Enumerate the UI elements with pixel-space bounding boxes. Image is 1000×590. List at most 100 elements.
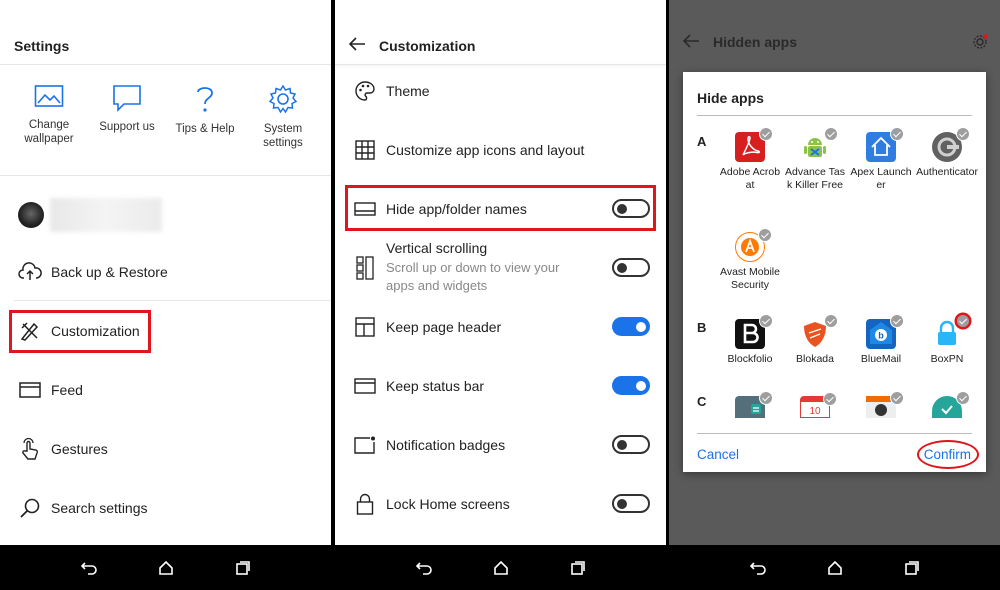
app-name: Blokada [796, 353, 834, 365]
recents-nav-icon[interactable] [231, 556, 255, 580]
change-wallpaper-label: Change wallpaper [24, 119, 74, 145]
sidebar-item-gestures[interactable]: Gestures [18, 437, 331, 461]
customization-screen: Customization Theme Customize app icons … [335, 0, 666, 590]
bluemail-icon: b [866, 314, 904, 349]
app-calendar[interactable]: 10 [784, 392, 846, 418]
app-apex-launcher[interactable]: Apex Launcher [850, 127, 912, 191]
customization-highlight-box [9, 310, 151, 353]
app-name: BoxPN [930, 353, 964, 365]
app-name: Avast Mobile Security [720, 266, 780, 291]
app-avast[interactable]: Avast Mobile Security [719, 228, 781, 291]
adobe-acrobat-icon [735, 127, 773, 162]
notification-badges-label: Notification badges [386, 437, 506, 453]
feed-label: Feed [51, 382, 83, 398]
page-header-icon [353, 315, 377, 339]
header-divider [0, 64, 331, 65]
app-adobe-acrobat[interactable]: Adobe Acrobat [719, 127, 781, 191]
dialog-footer-divider [697, 433, 972, 434]
system-settings-button[interactable]: System settings [248, 84, 318, 150]
selected-check-icon [956, 127, 970, 141]
selected-check-icon [956, 391, 970, 405]
home-nav-icon[interactable] [823, 556, 847, 580]
selected-check-icon [758, 228, 772, 242]
authenticator-icon [932, 127, 970, 162]
feed-icon [18, 378, 42, 402]
blokada-shield-icon [800, 314, 838, 349]
support-us-button[interactable]: Support us [92, 84, 162, 134]
hide-names-highlight-box [345, 185, 656, 231]
hide-apps-dialog: Hide apps A Adobe Acrobat Advance Task K… [683, 72, 986, 472]
app-calculator[interactable] [719, 391, 781, 418]
back-nav-icon[interactable] [746, 556, 770, 580]
keep-page-header-toggle[interactable] [612, 317, 650, 336]
app-bluemail[interactable]: b BlueMail [850, 314, 912, 366]
back-arrow-icon[interactable] [348, 36, 366, 57]
keep-status-bar-toggle[interactable] [612, 376, 650, 395]
home-nav-icon[interactable] [489, 556, 513, 580]
app-name: Apex Launcher [850, 166, 912, 191]
support-us-label: Support us [99, 121, 155, 133]
app-name: Advance Task Killer Free [785, 166, 845, 191]
camera-icon [866, 391, 904, 418]
selected-check-icon [824, 314, 838, 328]
dialog-title: Hide apps [697, 90, 764, 106]
gear-icon [268, 84, 298, 114]
app-advance-task-killer[interactable]: Advance Task Killer Free [784, 127, 846, 191]
selected-check-icon [823, 392, 837, 406]
svg-text:10: 10 [809, 406, 821, 417]
recents-nav-icon[interactable] [566, 556, 590, 580]
cancel-button[interactable]: Cancel [697, 447, 739, 462]
settings-gear-icon[interactable] [972, 34, 988, 55]
vertical-scrolling-toggle[interactable] [612, 258, 650, 277]
notification-badges-toggle[interactable] [612, 435, 650, 454]
home-nav-icon[interactable] [154, 556, 178, 580]
app-clock[interactable] [916, 391, 978, 418]
back-nav-icon[interactable] [412, 556, 436, 580]
lock-home-screens-toggle[interactable] [612, 494, 650, 513]
selected-check-icon [759, 391, 773, 405]
sidebar-item-feed[interactable]: Feed [18, 378, 331, 402]
calendar-icon: 10 [800, 392, 837, 418]
sidebar-item-backup-restore[interactable]: Back up & Restore [18, 260, 331, 284]
customize-icons-layout-label: Customize app icons and layout [386, 142, 585, 158]
dialog-title-divider [697, 115, 972, 116]
sidebar-item-search-settings[interactable]: Search settings [18, 496, 331, 520]
section-divider [0, 175, 331, 176]
status-bar-icon [353, 374, 377, 398]
keep-page-header-label: Keep page header [386, 319, 502, 335]
hidden-apps-screen: Hidden apps Hide apps A Adobe Acrobat Ad… [669, 0, 1000, 590]
clock-icon [932, 391, 970, 418]
app-name: Authenticator [916, 166, 978, 178]
account-row[interactable] [18, 198, 331, 232]
theme-row[interactable]: Theme [353, 79, 666, 103]
app-blokada[interactable]: Blokada [784, 314, 846, 366]
system-settings-label: System settings [263, 123, 303, 149]
android-nav-bar [335, 545, 666, 590]
chat-bubble-icon [113, 85, 141, 112]
back-nav-icon[interactable] [77, 556, 101, 580]
selected-check-icon [759, 127, 773, 141]
page-title: Hidden apps [713, 34, 798, 50]
app-boxpn[interactable]: BoxPN [916, 314, 978, 366]
back-arrow-icon[interactable] [682, 33, 700, 54]
settings-screen: Settings Change wallpaper Support us Tip… [0, 0, 331, 590]
blockfolio-icon [735, 314, 773, 349]
search-settings-label: Search settings [51, 500, 148, 516]
page-title: Settings [14, 38, 70, 54]
lock-home-screens-label: Lock Home screens [386, 496, 510, 512]
customize-icons-layout-row[interactable]: Customize app icons and layout [353, 138, 666, 162]
app-name: Blockfolio [727, 353, 773, 365]
gestures-label: Gestures [51, 441, 108, 457]
android-robot-icon [800, 127, 838, 162]
app-camera[interactable] [850, 391, 912, 418]
lock-icon [353, 492, 377, 516]
account-name-blurred [50, 198, 162, 232]
app-authenticator[interactable]: Authenticator [916, 127, 978, 179]
recents-nav-icon[interactable] [900, 556, 924, 580]
selected-check-icon [956, 314, 970, 328]
tips-help-button[interactable]: Tips & Help [170, 84, 240, 136]
tips-help-label: Tips & Help [175, 123, 235, 135]
change-wallpaper-button[interactable]: Change wallpaper [14, 84, 84, 146]
app-blockfolio[interactable]: Blockfolio [719, 314, 781, 366]
vertical-scrolling-description: Scroll up or down to view your apps and … [386, 260, 560, 293]
